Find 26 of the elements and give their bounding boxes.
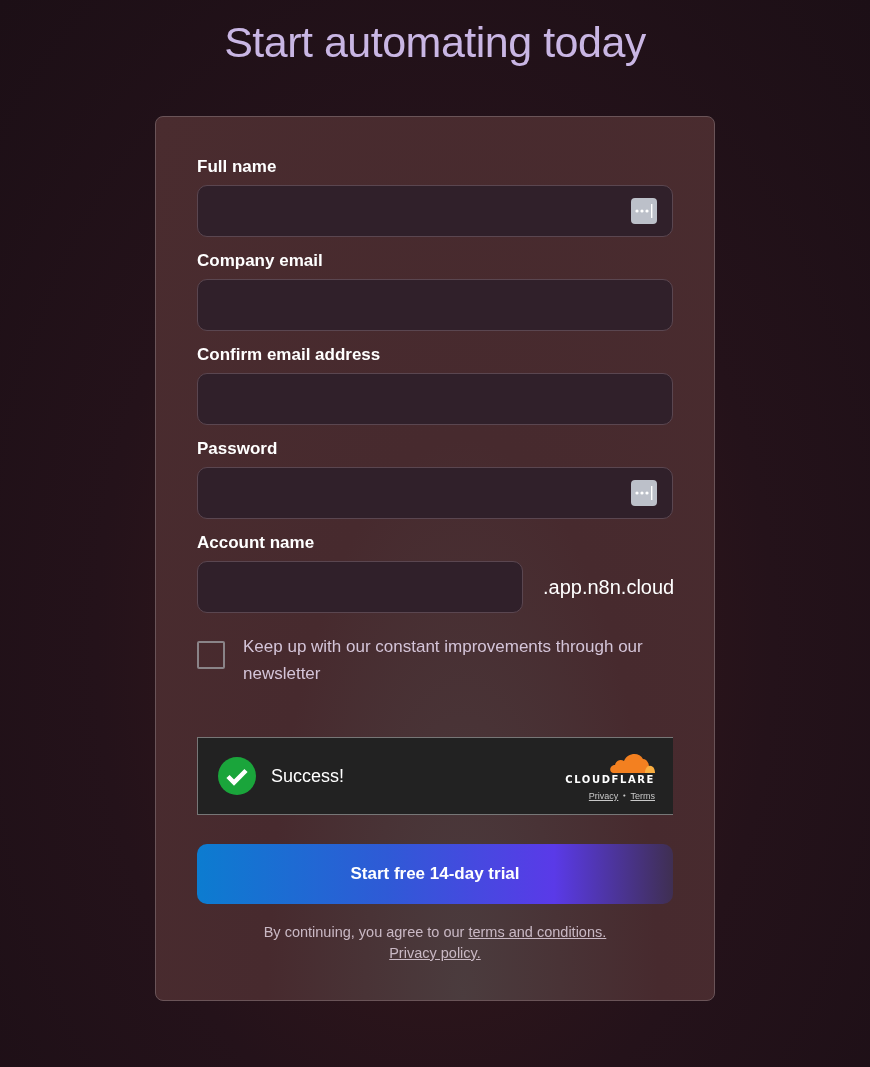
input-field[interactable] <box>197 561 523 613</box>
input-field[interactable] <box>197 373 673 425</box>
check-circle-icon <box>218 757 256 795</box>
autofill-icon[interactable] <box>631 480 657 506</box>
domain-suffix: .app.n8n.cloud <box>543 575 675 599</box>
input-field[interactable] <box>197 185 673 237</box>
field-label: Password <box>197 439 279 459</box>
brand-wordmark: CLOUDFLARE <box>565 774 655 785</box>
cloud-icon <box>609 751 655 773</box>
privacy-policy-link[interactable]: Privacy policy. <box>389 945 481 961</box>
autofill-icon[interactable] <box>631 198 657 224</box>
field-label: Confirm email address <box>197 345 382 365</box>
terms-link[interactable]: Terms <box>630 791 655 801</box>
legal-notice: By continuing, you agree to our terms and conditions. Privacy policy. <box>262 923 608 963</box>
field-label: Full name <box>197 157 278 177</box>
field-label: Company email <box>197 251 324 271</box>
page-title: Start automating today <box>224 17 646 68</box>
captcha-status: Success! <box>271 765 346 787</box>
field-label: Account name <box>197 533 316 553</box>
newsletter-checkbox[interactable] <box>197 641 225 669</box>
input-field[interactable] <box>197 279 673 331</box>
privacy-link[interactable]: Privacy <box>588 791 619 801</box>
terms-link[interactable]: terms and conditions. <box>468 924 607 940</box>
input-field[interactable] <box>197 467 673 519</box>
newsletter-label: Keep up with our constant improvements through our newsletter <box>243 636 644 685</box>
start-trial-button[interactable]: Start free 14-day trial <box>197 844 673 904</box>
